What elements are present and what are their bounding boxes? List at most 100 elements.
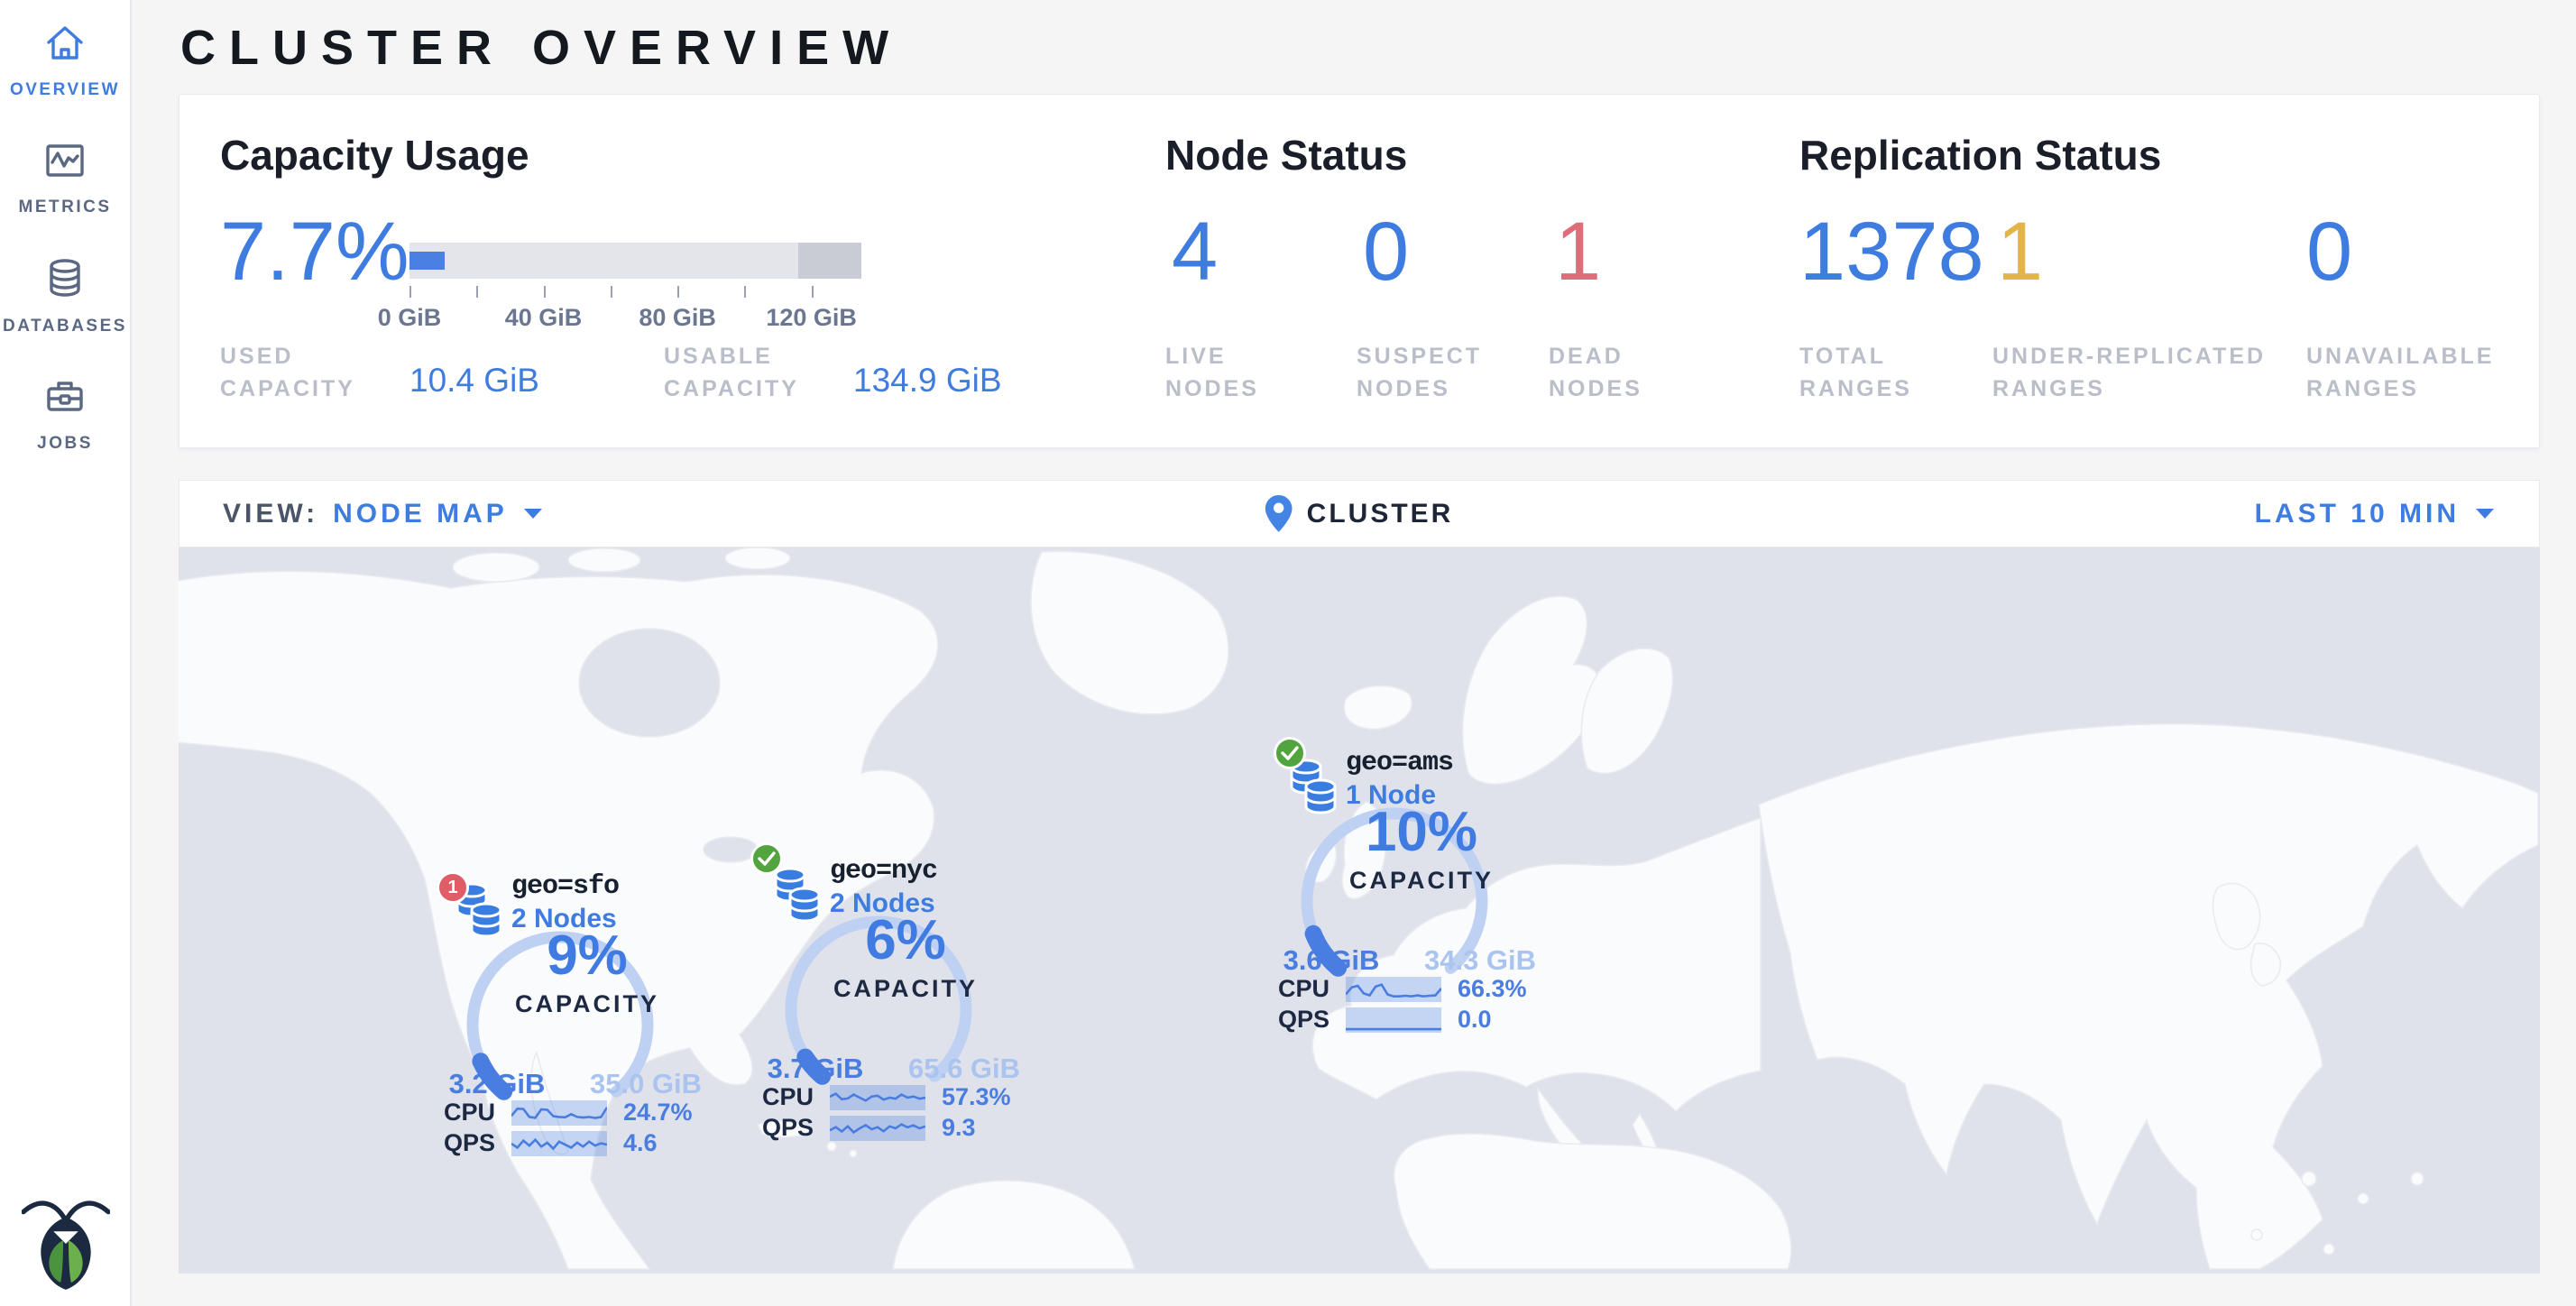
total-ranges-value: 1378 [1799,210,1984,293]
qps-label: QPS [1277,1006,1329,1034]
qps-row: QPS 0.0 [1277,1006,1492,1034]
page-title: CLUSTER OVERVIEW [180,20,902,76]
gauge-percent: 6% [761,908,1050,972]
axis-tick [409,286,411,298]
map-node-ams[interactable]: geo=ams 1 Node 10% CAPACITY 3.6 GiB 34.3… [1277,744,1566,1051]
pacific-island [2358,1193,2369,1204]
under-replicated-ranges-label: UNDER-REPLICATED RANGES [1992,340,2290,406]
sidebar-item-label: JOBS [37,434,93,454]
sidebar-item-label: OVERVIEW [10,80,120,100]
locality-label: geo=sfo [511,871,619,902]
qps-sparkline [511,1131,607,1156]
capacity-bar-chart: 0 GiB40 GiB80 GiB120 GiB [409,243,861,342]
pacific-island [2302,1172,2316,1186]
total-ranges-label: TOTAL RANGES [1799,340,1971,406]
time-range-selector[interactable]: LAST 10 MIN [2255,481,2496,547]
live-nodes-value: 4 [1172,210,1218,293]
axis-tick [544,286,546,298]
usable-capacity-label: USABLE CAPACITY [664,340,862,406]
axis-tick-label: 120 GiB [766,304,857,332]
axis-tick-label: 40 GiB [505,304,583,332]
great-lakes [704,837,758,862]
capacity-bar-track [409,243,861,279]
gauge-caption: CAPACITY [443,990,731,1018]
unavailable-ranges-value: 0 [2306,210,2352,293]
sidebar-item-databases[interactable]: DATABASES [0,235,130,352]
under-replicated-ranges-value: 1 [1997,210,2043,293]
sidebar: OVERVIEW METRICS DATABASES [0,0,132,1306]
iceland [1344,685,1412,729]
hudson-bay [579,629,720,737]
total-value: 35.0 GiB [569,1068,722,1100]
time-range-value[interactable]: LAST 10 MIN [2255,499,2460,529]
total-value: 34.3 GiB [1403,944,1557,977]
replication-status-heading: Replication Status [1799,131,2161,179]
cockroachdb-logo [22,1191,110,1292]
home-icon [43,23,87,68]
suspect-nodes-value: 0 [1363,210,1409,293]
arctic-island [568,548,640,572]
cpu-label: CPU [761,1083,814,1111]
map-node-sfo[interactable]: 1 geo=sfo 2 Nodes 9% CAPACITY 3.2 GiB 35… [443,868,731,1174]
axis-tick [812,286,814,298]
location-pin-icon [1265,495,1293,533]
axis-tick [611,286,612,298]
cpu-value: 24.7% [623,1099,693,1127]
sidebar-item-label: METRICS [19,198,112,217]
qps-value: 9.3 [942,1114,976,1142]
usable-capacity-value: 134.9 GiB [853,362,1002,400]
qps-value: 4.6 [623,1129,658,1157]
cluster-summary-card: Capacity Usage 7.7% 0 GiB 40 GiB 80 GiB 120… [179,94,2540,448]
axis-tick [677,286,679,298]
cpu-value: 66.3% [1458,975,1527,1003]
used-value: 3.2 GiB [425,1068,569,1100]
used-capacity-value: 10.4 GiB [409,362,539,400]
check-icon [758,851,776,866]
qps-row: QPS 4.6 [443,1129,658,1157]
pacific-island [2323,1244,2334,1255]
sidebar-item-jobs[interactable]: JOBS [0,352,130,469]
cpu-row: CPU 66.3% [1277,975,1527,1003]
cpu-value: 57.3% [942,1083,1011,1111]
cpu-label: CPU [1277,975,1329,1003]
locality-label: geo=nyc [830,856,937,887]
gauge-caption: CAPACITY [761,975,1050,1003]
cpu-sparkline [511,1100,607,1126]
gauge-caption: CAPACITY [1277,867,1566,895]
qps-sparkline [1346,1007,1441,1033]
suspect-nodes-label: SUSPECT NODES [1357,340,1505,406]
capacity-bar-used [409,252,445,270]
database-icon [43,258,87,304]
live-nodes-label: LIVE NODES [1165,340,1314,406]
continent-south-america [893,1181,1135,1269]
qps-value: 0.0 [1458,1006,1492,1034]
chevron-down-icon[interactable] [2474,507,2496,520]
sidebar-item-overview[interactable]: OVERVIEW [0,0,130,117]
dead-node-count: 1 [447,878,457,898]
axis-tick-label: 80 GiB [639,304,716,332]
gauge-percent: 9% [443,924,731,988]
qps-sparkline [830,1116,925,1141]
chevron-down-icon[interactable] [522,507,544,520]
arctic-island [453,553,539,582]
used-value: 3.7 GiB [743,1053,888,1085]
used-value: 3.6 GiB [1259,944,1403,977]
capacity-bar-reserved [798,243,861,279]
sidebar-item-label: DATABASES [3,317,127,336]
metrics-icon [43,141,87,185]
axis-tick [476,286,478,298]
axis-tick-label: 0 GiB [378,304,442,332]
dead-node-badge: 1 [437,871,469,904]
axis-tick [744,286,746,298]
breadcrumb: CLUSTER [1307,499,1454,529]
capacity-percent: 7.7% [220,210,409,293]
finland [1581,648,1672,773]
dead-nodes-value: 1 [1555,210,1601,293]
capacity-usage-heading: Capacity Usage [220,131,529,179]
greenland [1031,551,1228,714]
qps-label: QPS [761,1114,814,1142]
view-selector[interactable]: NODE MAP [333,499,508,529]
map-node-nyc[interactable]: geo=nyc 2 Nodes 6% CAPACITY 3.7 GiB 65.6… [761,852,1050,1159]
check-icon [1281,746,1299,760]
sidebar-item-metrics[interactable]: METRICS [0,117,130,235]
